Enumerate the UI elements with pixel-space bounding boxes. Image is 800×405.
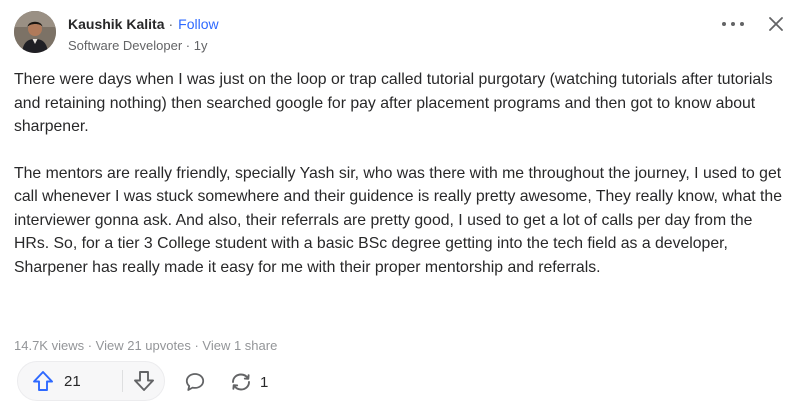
answer-paragraph: There were days when I was just on the l… [14,71,773,135]
author-avatar[interactable] [14,11,56,53]
share-arrows-icon [232,373,250,391]
stats-separator: · [84,338,96,353]
close-icon [769,17,783,31]
more-options-button[interactable] [718,12,748,36]
follow-button[interactable]: Follow [178,16,218,32]
author-separator: · [168,16,174,32]
author-line: Kaushik Kalita · Follow [68,15,219,33]
downvote-arrow-icon [134,371,154,391]
credential-separator: · [185,38,191,53]
answer-age[interactable]: 1y [194,38,208,53]
author-credential-line: Software Developer · 1y [68,38,208,54]
comment-button[interactable] [181,370,209,394]
upvote-button[interactable]: 21 [18,362,122,400]
views-count: 14.7K views [14,338,85,353]
downvote-button[interactable] [123,362,165,400]
more-horizontal-icon [722,22,744,26]
avatar-photo [14,11,56,53]
comment-bubble-icon [185,373,205,391]
answer-body: There were days when I was just on the l… [14,68,790,279]
vote-group: 21 [17,361,165,401]
author-credential[interactable]: Software Developer [68,38,182,53]
view-shares-link[interactable]: View 1 share [202,338,277,353]
share-count: 1 [260,373,269,391]
stats-separator: · [190,338,203,353]
answer-stats: 14.7K views · View 21 upvotes · View 1 s… [14,338,277,354]
share-button[interactable]: 1 [228,370,268,394]
upvote-count: 21 [64,372,81,390]
upvote-arrow-icon [33,371,53,391]
answer-paragraph: The mentors are really friendly, special… [14,164,782,276]
author-name[interactable]: Kaushik Kalita [68,16,164,32]
close-button[interactable] [762,12,790,36]
view-upvotes-link[interactable]: View 21 upvotes [96,338,191,353]
answer-card: Kaushik Kalita · Follow Software Developer… [0,0,800,405]
